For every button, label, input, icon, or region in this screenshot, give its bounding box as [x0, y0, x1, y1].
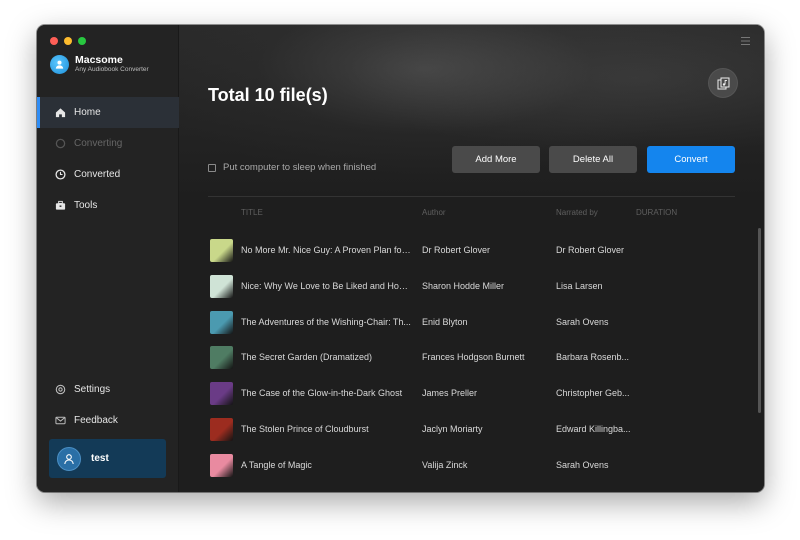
convert-button[interactable]: Convert: [647, 146, 735, 173]
sidebar-bottom-nav: Settings Feedback: [37, 374, 179, 436]
main-panel: Total 10 file(s) Put computer to sleep w…: [179, 25, 764, 492]
window-controls: [50, 37, 86, 45]
row-title: The Case of the Glow-in-the-Dark Ghost: [241, 388, 403, 398]
clock-icon: [55, 169, 66, 180]
header-background: [179, 25, 764, 200]
sidebar-item-tools[interactable]: Tools: [37, 190, 179, 221]
book-cover: [210, 381, 233, 405]
user-card[interactable]: test: [49, 439, 166, 478]
row-title: The Secret Garden (Dramatized): [241, 352, 373, 362]
row-narrator: Barbara Rosenb...: [556, 352, 630, 362]
row-author: Dr Robert Glover: [422, 245, 491, 255]
sidebar-item-label: Converting: [74, 138, 123, 149]
sidebar-item-label: Feedback: [74, 415, 118, 426]
minimize-window-button[interactable]: [64, 37, 72, 45]
row-author: Jaclyn Moriarty: [422, 424, 483, 434]
brand: Macsome Any Audiobook Converter: [50, 55, 149, 74]
delete-all-button[interactable]: Delete All: [549, 146, 637, 173]
toolbox-icon: [55, 200, 66, 210]
row-title: The Stolen Prince of Cloudburst: [241, 424, 369, 434]
row-narrator: Edward Killingba...: [556, 424, 631, 434]
user-icon: [64, 453, 74, 464]
user-name: test: [91, 453, 109, 464]
app-window: Macsome Any Audiobook Converter Home Con…: [37, 25, 764, 492]
column-header-duration[interactable]: DURATION: [636, 208, 677, 217]
app-subtitle: Any Audiobook Converter: [75, 66, 149, 73]
music-file-icon: [717, 77, 729, 89]
sidebar: Macsome Any Audiobook Converter Home Con…: [37, 25, 179, 492]
sidebar-item-settings[interactable]: Settings: [37, 374, 179, 405]
table-row[interactable]: A Tangle of Magic Valija Zinck Sarah Ove…: [179, 447, 764, 483]
book-cover: [210, 310, 233, 334]
zoom-window-button[interactable]: [78, 37, 86, 45]
table-row[interactable]: The Secret Garden (Dramatized) Frances H…: [179, 339, 764, 375]
row-narrator: Dr Robert Glover: [556, 245, 625, 255]
add-more-button[interactable]: Add More: [452, 146, 540, 173]
row-author: Valija Zinck: [422, 460, 468, 470]
book-cover: [210, 417, 233, 441]
table-row[interactable]: Nice: Why We Love to Be Liked and How ..…: [179, 268, 764, 304]
convert-tool-button[interactable]: [709, 69, 737, 97]
converting-icon: [55, 138, 66, 149]
row-title: Nice: Why We Love to Be Liked and How ..…: [241, 281, 411, 291]
avatar: [57, 446, 81, 471]
sidebar-item-label: Home: [74, 107, 101, 118]
sleep-option[interactable]: Put computer to sleep when finished: [208, 162, 376, 173]
book-cover: [210, 345, 233, 369]
row-narrator: Lisa Larsen: [556, 281, 603, 291]
app-name: Macsome: [75, 54, 123, 66]
sidebar-item-converted[interactable]: Converted: [37, 159, 179, 190]
book-cover: [210, 238, 233, 262]
page-title: Total 10 file(s): [208, 85, 328, 105]
sidebar-item-converting[interactable]: Converting: [37, 128, 179, 159]
hamburger-menu-icon[interactable]: [741, 37, 750, 45]
table-row[interactable]: The Stolen Prince of Cloudburst Jaclyn M…: [179, 411, 764, 447]
row-title: No More Mr. Nice Guy: A Proven Plan for …: [241, 245, 411, 255]
sidebar-item-home[interactable]: Home: [37, 97, 179, 128]
table-row[interactable]: The Adventures of the Wishing-Chair: Th.…: [179, 304, 764, 340]
list-scrollbar[interactable]: [758, 228, 761, 413]
row-author: James Preller: [422, 388, 478, 398]
column-header-author[interactable]: Author: [422, 208, 446, 217]
home-icon: [55, 108, 66, 118]
row-title: The Adventures of the Wishing-Chair: Th.…: [241, 317, 411, 327]
sidebar-item-label: Settings: [74, 384, 111, 395]
row-title: A Tangle of Magic: [241, 460, 312, 470]
row-author: Frances Hodgson Burnett: [422, 352, 525, 362]
app-logo-icon: [50, 55, 69, 74]
book-cover: [210, 453, 233, 477]
sidebar-item-label: Converted: [74, 169, 121, 180]
column-header-title[interactable]: TITLE: [241, 208, 263, 217]
row-author: Enid Blyton: [422, 317, 468, 327]
row-author: Sharon Hodde Miller: [422, 281, 505, 291]
sidebar-item-label: Tools: [74, 200, 98, 211]
sleep-checkbox-label: Put computer to sleep when finished: [223, 162, 377, 173]
gear-icon: [55, 384, 66, 395]
table-header: TITLE Author Narrated by DURATION: [179, 208, 764, 220]
divider: [208, 196, 735, 197]
row-narrator: Sarah Ovens: [556, 460, 609, 470]
column-header-narrated[interactable]: Narrated by: [556, 208, 598, 217]
book-cover: [210, 274, 233, 298]
table-row[interactable]: No More Mr. Nice Guy: A Proven Plan for …: [179, 232, 764, 268]
row-narrator: Christopher Geb...: [556, 388, 630, 398]
table-row[interactable]: The Case of the Glow-in-the-Dark Ghost J…: [179, 375, 764, 411]
row-narrator: Sarah Ovens: [556, 317, 609, 327]
sidebar-item-feedback[interactable]: Feedback: [37, 405, 179, 436]
close-window-button[interactable]: [50, 37, 58, 45]
sidebar-nav: Home Converting Converted Tools: [37, 97, 179, 221]
mail-icon: [55, 416, 66, 425]
sleep-checkbox[interactable]: [208, 163, 216, 172]
